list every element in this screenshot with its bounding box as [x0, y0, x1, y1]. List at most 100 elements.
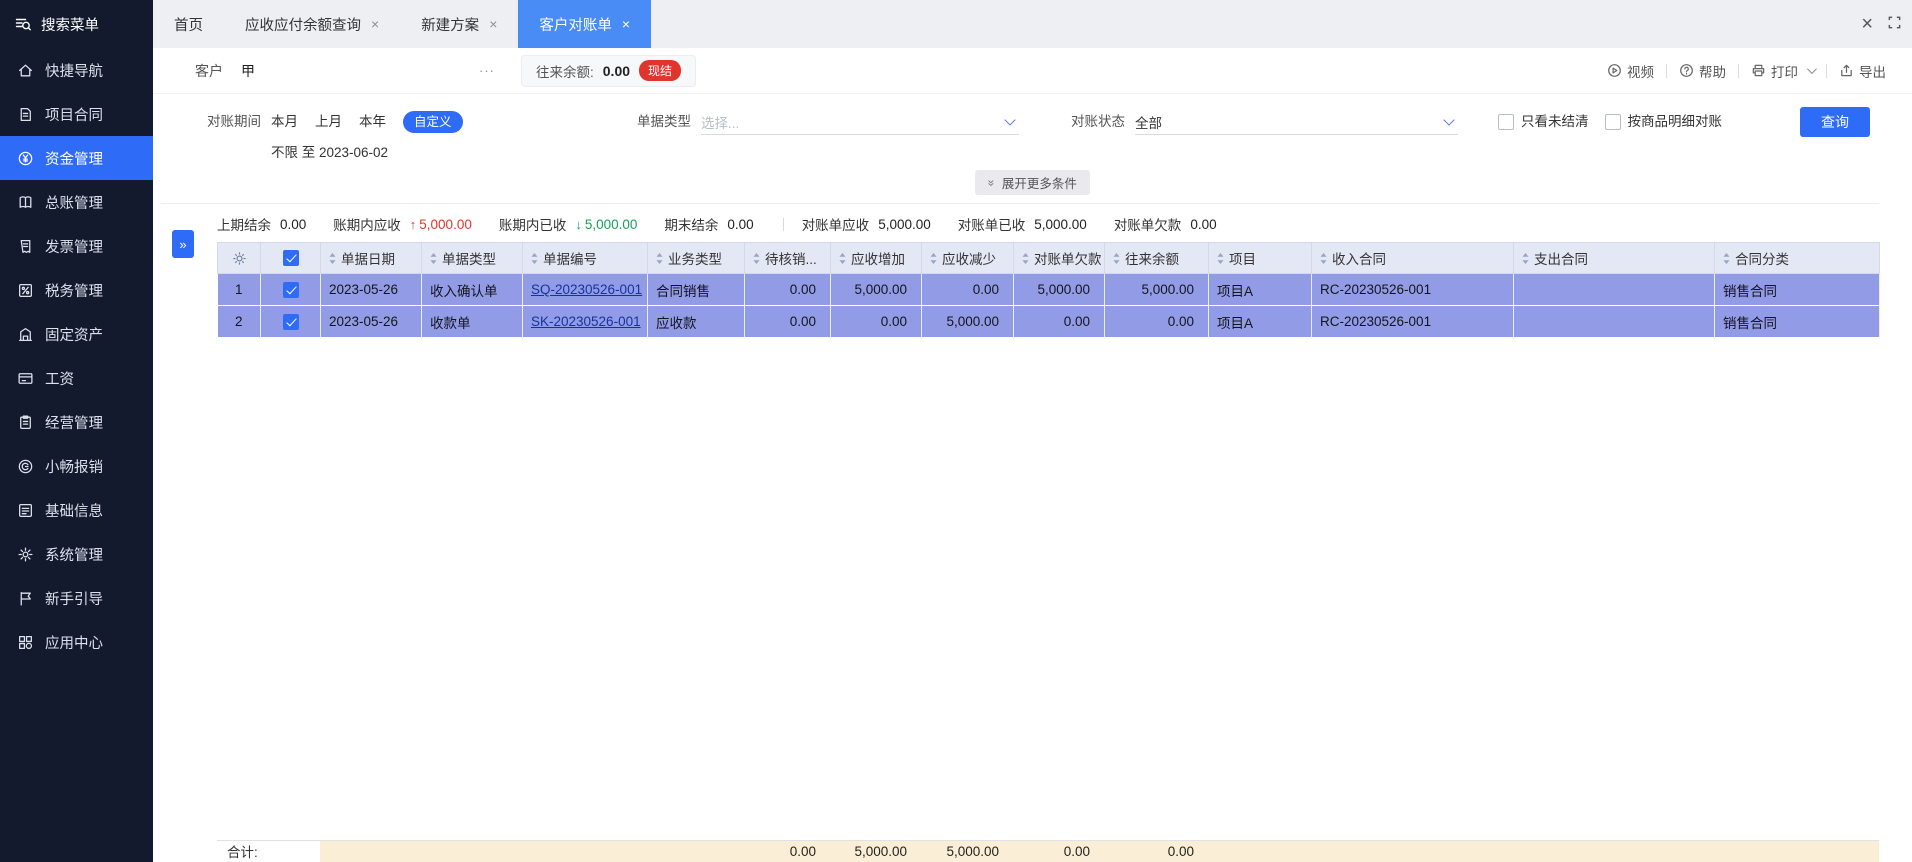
- period-option-last-month[interactable]: 上月: [315, 110, 342, 134]
- sidebar-item-fund-management[interactable]: 资金管理: [0, 136, 153, 180]
- total-empty-cell: [1513, 840, 1714, 862]
- col-settings[interactable]: [217, 242, 261, 274]
- summary-value: 5,000.00: [419, 216, 472, 232]
- col-contract-category[interactable]: 合同分类: [1714, 242, 1880, 274]
- summary-label: 对账单欠款: [1113, 218, 1182, 233]
- column-label: 单据编号: [543, 252, 597, 267]
- col-biz-type[interactable]: 业务类型: [647, 242, 745, 274]
- period-option-this-month[interactable]: 本月: [271, 110, 298, 134]
- sidebar-item-app-center[interactable]: 应用中心: [0, 620, 153, 664]
- doc-type-select[interactable]: 选择...: [701, 110, 1019, 135]
- tab-customer-statement[interactable]: 客户对账单 ×: [518, 0, 652, 48]
- summary-label: 对账单已收: [957, 218, 1026, 233]
- by-product-detail-checkbox[interactable]: 按商品明细对账: [1604, 110, 1722, 134]
- tab-close-icon[interactable]: ×: [622, 17, 630, 31]
- row-select-cell[interactable]: [260, 305, 321, 338]
- expand-more-wrap: » 展开更多条件: [153, 170, 1912, 195]
- sidebar-item-tax-management[interactable]: 税务管理: [0, 268, 153, 312]
- column-label: 合同分类: [1735, 252, 1789, 267]
- sidebar-item-payroll[interactable]: 工资: [0, 356, 153, 400]
- sidebar-item-system-management[interactable]: 系统管理: [0, 532, 153, 576]
- sort-icon: [430, 252, 437, 264]
- row-checkbox[interactable]: [282, 313, 299, 330]
- statement-arrears-cell: 0.00: [1013, 305, 1105, 338]
- col-pending-writeoff[interactable]: 待核销...: [744, 242, 831, 274]
- col-ar-increase[interactable]: 应收增加: [830, 242, 922, 274]
- sidebar-search-menu[interactable]: 搜索菜单: [0, 0, 153, 48]
- checkbox-box[interactable]: [1498, 114, 1514, 130]
- expand-more-button[interactable]: » 展开更多条件: [975, 170, 1090, 195]
- tab-ar-ap-balance-query[interactable]: 应收应付余额查询 ×: [224, 0, 400, 48]
- tabbar-actions: ×: [1861, 0, 1912, 48]
- query-button[interactable]: 查询: [1800, 107, 1870, 137]
- select-all-checkbox[interactable]: [282, 250, 299, 267]
- sidebar-item-base-info[interactable]: 基础信息: [0, 488, 153, 532]
- fullscreen-icon[interactable]: [1887, 15, 1902, 33]
- video-button[interactable]: 视频: [1607, 61, 1654, 81]
- balance-label: 往来余额:: [536, 64, 594, 80]
- tab-bar: 首页 应收应付余额查询 × 新建方案 × 客户对账单 × ×: [153, 0, 1912, 48]
- sidebar-item-operations[interactable]: 经营管理: [0, 400, 153, 444]
- doc-no-cell: SK-20230526-001: [522, 305, 648, 338]
- unsettled-only-checkbox[interactable]: 只看未结清: [1498, 110, 1589, 134]
- sidebar-item-fixed-assets[interactable]: 固定资产: [0, 312, 153, 356]
- sidebar-item-invoice-management[interactable]: 发票管理: [0, 224, 153, 268]
- col-doc-date[interactable]: 单据日期: [320, 242, 422, 274]
- close-icon[interactable]: ×: [1861, 14, 1873, 34]
- col-income-contract[interactable]: 收入合同: [1311, 242, 1514, 274]
- sidebar-item-project-contract[interactable]: 项目合同: [0, 92, 153, 136]
- row-select-cell[interactable]: [260, 273, 321, 306]
- col-project[interactable]: 项目: [1208, 242, 1312, 274]
- col-statement-arrears[interactable]: 对账单欠款: [1013, 242, 1105, 274]
- tab-close-icon[interactable]: ×: [489, 17, 497, 31]
- col-expense-contract[interactable]: 支出合同: [1513, 242, 1715, 274]
- status-select[interactable]: 全部: [1135, 110, 1458, 135]
- table-row[interactable]: 2 2023-05-26 收款单 SK-20230526-001 应收款 0.0…: [217, 305, 1880, 338]
- export-button[interactable]: 导出: [1839, 61, 1886, 81]
- table-row[interactable]: 1 2023-05-26 收入确认单 SQ-20230526-001 合同销售 …: [217, 273, 1880, 306]
- ar-decrease-cell: 5,000.00: [921, 305, 1014, 338]
- tab-new-plan[interactable]: 新建方案 ×: [400, 0, 518, 48]
- pending-writeoff-cell: 0.00: [744, 305, 831, 338]
- tab-close-icon[interactable]: ×: [371, 17, 379, 31]
- col-doc-type[interactable]: 单据类型: [421, 242, 523, 274]
- customer-label: 客户: [195, 62, 223, 79]
- sidebar-item-label: 基础信息: [45, 503, 103, 520]
- sidebar-item-xiaochang-reimburse[interactable]: 小畅报销: [0, 444, 153, 488]
- period-range-value[interactable]: 不限 至 2023-06-02: [271, 141, 463, 161]
- sidebar-item-label: 税务管理: [45, 283, 103, 300]
- customer-value[interactable]: 甲: [241, 61, 255, 81]
- col-balance[interactable]: 往来余额: [1104, 242, 1209, 274]
- guide-flag-icon: [20, 591, 31, 606]
- row-checkbox[interactable]: [282, 281, 299, 298]
- checkbox-box[interactable]: [1604, 114, 1621, 130]
- period-option-custom[interactable]: 自定义: [403, 110, 463, 134]
- total-empty-cell: [647, 840, 744, 862]
- pending-writeoff-cell: 0.00: [744, 273, 831, 306]
- total-statement-arrears: 0.00: [1013, 840, 1104, 862]
- home-icon: [19, 64, 32, 76]
- doc-no-link[interactable]: SK-20230526-001: [531, 314, 641, 329]
- toolbar-actions: 视频 帮助 打印 导出: [1607, 61, 1886, 81]
- sort-icon: [839, 252, 846, 264]
- help-button[interactable]: 帮助: [1679, 61, 1726, 81]
- sidebar-search-label: 搜索菜单: [41, 17, 99, 34]
- export-icon: [1841, 64, 1852, 77]
- sidebar-item-quick-nav[interactable]: 快捷导航: [0, 48, 153, 92]
- customer-field[interactable]: 客户 甲 ···: [195, 61, 495, 81]
- period-option-this-year[interactable]: 本年: [359, 110, 386, 134]
- doc-no-link[interactable]: SQ-20230526-001: [531, 282, 642, 297]
- col-doc-no[interactable]: 单据编号: [522, 242, 648, 274]
- sidebar-item-general-ledger[interactable]: 总账管理: [0, 180, 153, 224]
- app-root: 搜索菜单 快捷导航 项目合同 资金管理 总账管理 发票管理 税务管理 固定资产 …: [0, 0, 1912, 862]
- sidebar-item-beginner-guide[interactable]: 新手引导: [0, 576, 153, 620]
- print-button[interactable]: 打印: [1751, 61, 1817, 81]
- expense-contract-cell: [1513, 305, 1715, 338]
- customer-picker-button[interactable]: ···: [479, 63, 495, 78]
- table-empty-space: [217, 338, 1879, 840]
- tab-home[interactable]: 首页: [153, 0, 224, 48]
- panel-expander-button[interactable]: »: [172, 230, 194, 258]
- cash-settle-badge: 现结: [639, 60, 682, 81]
- col-ar-decrease[interactable]: 应收减少: [921, 242, 1014, 274]
- col-select-all[interactable]: [260, 242, 321, 274]
